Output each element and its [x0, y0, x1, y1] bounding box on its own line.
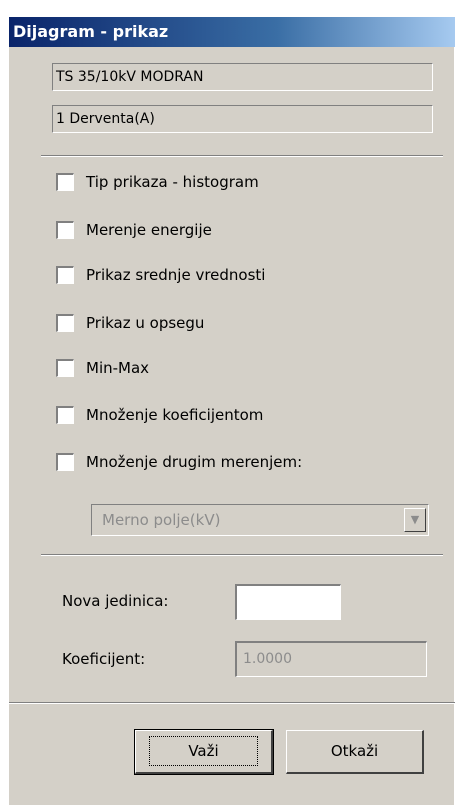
cancel-button-label: Otkaži [330, 742, 379, 760]
other-measurement-multiply-label: Množenje drugim merenjem: [86, 453, 303, 471]
separator-middle [41, 554, 443, 556]
coefficient-label: Koeficijent: [62, 650, 146, 668]
measurement-select-value: Merno polje(kV) [102, 511, 221, 529]
range-checkbox[interactable] [56, 314, 74, 332]
new-unit-label: Nova jedinica: [62, 592, 169, 610]
coefficient-input[interactable]: 1.0000 [235, 641, 427, 677]
separator-bottom [9, 702, 455, 704]
ok-button-label: Važi [149, 736, 258, 766]
other-measurement-multiply-checkbox[interactable] [56, 453, 74, 471]
dialog-window: Dijagram - prikaz TS 35/10kV MODRAN 1 De… [8, 17, 455, 805]
coefficient-multiply-checkbox[interactable] [56, 406, 74, 424]
average-value-checkbox[interactable] [56, 266, 74, 284]
separator-top [41, 155, 443, 157]
feeder-name-box: 1 Derventa(A) [52, 105, 433, 133]
range-label: Prikaz u opsegu [86, 314, 205, 332]
histogram-label: Tip prikaza - histogram [86, 173, 259, 191]
min-max-label: Min-Max [86, 359, 150, 377]
new-unit-input[interactable] [235, 584, 341, 620]
station-name-box: TS 35/10kV MODRAN [52, 63, 433, 91]
min-max-checkbox[interactable] [56, 359, 74, 377]
average-value-label: Prikaz srednje vrednosti [86, 266, 266, 284]
ok-button[interactable]: Važi [134, 729, 274, 775]
histogram-checkbox[interactable] [56, 173, 74, 191]
cancel-button[interactable]: Otkaži [286, 730, 424, 774]
energy-measurement-checkbox[interactable] [56, 221, 74, 239]
chevron-down-icon[interactable]: ▼ [404, 508, 426, 532]
coefficient-multiply-label: Množenje koeficijentom [86, 406, 264, 424]
window-title: Dijagram - prikaz [9, 17, 455, 47]
measurement-select[interactable]: Merno polje(kV) ▼ [91, 504, 429, 536]
energy-measurement-label: Merenje energije [86, 221, 212, 239]
